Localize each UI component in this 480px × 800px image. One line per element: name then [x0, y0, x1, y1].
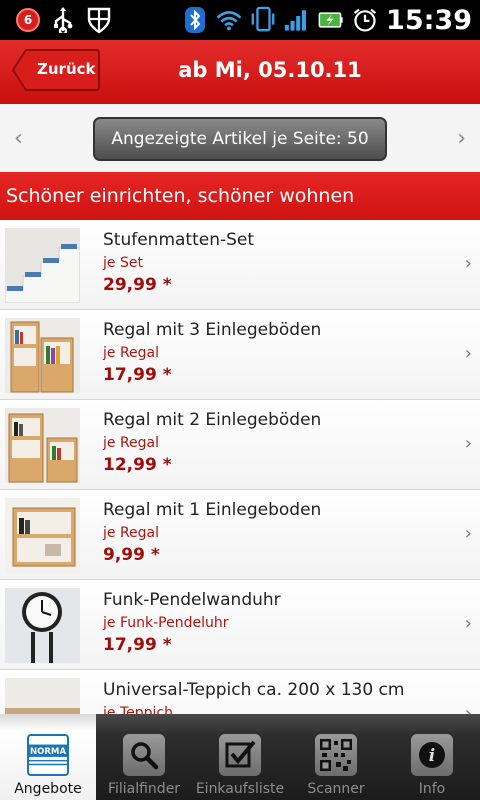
product-name: Universal-Teppich ca. 200 x 130 cm: [103, 680, 405, 700]
bluetooth-icon: [182, 7, 208, 33]
back-button[interactable]: Zurück: [12, 49, 100, 91]
product-name: Regal mit 1 Einlegeboden: [103, 500, 322, 520]
product-image: [5, 318, 80, 393]
chevron-right-icon: ›: [464, 433, 472, 454]
app-header: Zurück ab Mi, 05.10.11: [0, 40, 480, 104]
product-unit: je Funk-Pendeluhr: [103, 615, 229, 631]
svg-text:i: i: [429, 746, 435, 766]
product-unit: je Regal: [103, 435, 160, 451]
product-name: Regal mit 3 Einlegeböden: [103, 320, 322, 340]
previous-page-chevron-icon[interactable]: ‹: [14, 126, 23, 151]
bottom-tab-bar: NORMA Angebote Filialfinder Einkaufslist…: [0, 714, 480, 800]
battery-charging-icon: [318, 7, 344, 33]
tab-einkaufsliste[interactable]: Einkaufsliste: [192, 714, 288, 800]
tab-angebote[interactable]: NORMA Angebote: [0, 714, 96, 800]
list-item[interactable]: Regal mit 3 Einlegeböden je Regal 17,99 …: [0, 310, 480, 400]
list-item[interactable]: Funk-Pendelwanduhr je Funk-Pendeluhr 17,…: [0, 580, 480, 670]
list-item[interactable]: Regal mit 2 Einlegeböden je Regal 12,99 …: [0, 400, 480, 490]
back-button-label: Zurück: [37, 60, 96, 78]
product-price: 29,99 *: [103, 275, 172, 295]
product-image: [5, 408, 80, 483]
tab-label: Angebote: [14, 781, 82, 797]
usb-icon: [50, 7, 76, 33]
norma-logo-icon: NORMA: [27, 734, 69, 776]
tab-info[interactable]: i Info: [384, 714, 480, 800]
product-price: 12,99 *: [103, 455, 172, 475]
checkbox-icon: [219, 734, 261, 776]
product-unit: je Regal: [103, 525, 160, 541]
product-image: [5, 228, 80, 303]
info-icon: i: [411, 734, 453, 776]
product-unit: je Regal: [103, 345, 160, 361]
items-per-page-button[interactable]: Angezeigte Artikel je Seite: 50: [93, 117, 387, 161]
tab-label: Filialfinder: [107, 781, 181, 797]
search-icon: [123, 734, 165, 776]
tab-label: Scanner: [307, 781, 365, 797]
notification-badge[interactable]: 6: [16, 8, 40, 32]
product-price: 17,99 *: [103, 635, 172, 655]
section-title: Schöner einrichten, schöner wohnen: [0, 172, 480, 220]
signal-icon: [284, 7, 310, 33]
product-name: Funk-Pendelwanduhr: [103, 590, 281, 610]
product-image: [5, 678, 80, 714]
chevron-right-icon: ›: [464, 253, 472, 274]
alarm-icon: [352, 7, 378, 33]
clock-time: 15:39: [386, 4, 472, 36]
shield-icon: [86, 7, 112, 34]
product-price: 17,99 *: [103, 365, 172, 385]
wifi-icon: [216, 7, 242, 33]
status-bar: 6 15:39: [0, 0, 480, 40]
list-item[interactable]: Stufenmatten-Set je Set 29,99 * ›: [0, 220, 480, 310]
product-name: Stufenmatten-Set: [103, 230, 255, 250]
product-image: [5, 588, 80, 663]
norma-logo-text: NORMA: [30, 747, 67, 757]
page-title: ab Mi, 05.10.11: [178, 58, 362, 82]
list-item[interactable]: Universal-Teppich ca. 200 x 130 cm je Te…: [0, 670, 480, 714]
chevron-right-icon: ›: [464, 613, 472, 634]
tab-label: Einkaufsliste: [195, 781, 285, 797]
list-item[interactable]: Regal mit 1 Einlegeboden je Regal 9,99 *…: [0, 490, 480, 580]
qr-code-icon: [315, 734, 357, 776]
product-list: Stufenmatten-Set je Set 29,99 * › Regal …: [0, 220, 480, 714]
phone-sync-icon: [250, 6, 276, 33]
next-page-chevron-icon[interactable]: ›: [457, 126, 466, 151]
tab-filialfinder[interactable]: Filialfinder: [96, 714, 192, 800]
product-name: Regal mit 2 Einlegeböden: [103, 410, 322, 430]
product-image: [5, 498, 80, 573]
chevron-right-icon: ›: [464, 703, 472, 714]
product-unit: je Teppich: [103, 705, 173, 714]
chevron-right-icon: ›: [464, 523, 472, 544]
product-price: 9,99 *: [103, 545, 160, 565]
paging-bar: ‹ Angezeigte Artikel je Seite: 50 ›: [0, 104, 480, 172]
tab-label: Info: [418, 781, 446, 797]
chevron-right-icon: ›: [464, 343, 472, 364]
product-unit: je Set: [103, 255, 143, 271]
tab-scanner[interactable]: Scanner: [288, 714, 384, 800]
